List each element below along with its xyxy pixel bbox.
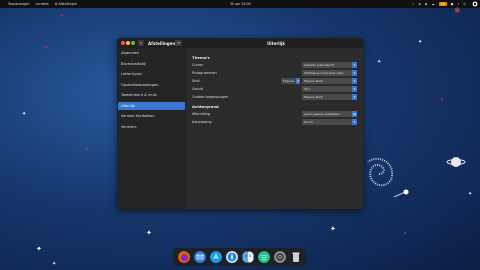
cursor-value: Adwaita (standaard) <box>304 63 335 67</box>
legacy-apps-label: Oudere toepassingen <box>192 95 229 99</box>
comet-decoration <box>393 189 409 198</box>
red-star-decoration: ✶ <box>44 45 49 51</box>
adjustment-label: Aanpassing <box>192 120 212 124</box>
chevron-down-icon: ▾ <box>352 62 357 68</box>
white-star-decoration: ✦ <box>468 191 473 197</box>
sidebar-item-top-bar[interactable]: Bovenbalkstijl <box>118 60 185 69</box>
trash-icon[interactable] <box>290 251 302 263</box>
image-value: green-galaxy-wallpaper... <box>304 112 343 116</box>
white-star-decoration: ✦ <box>146 229 152 237</box>
chevron-down-icon: ▾ <box>296 78 300 84</box>
white-star-decoration: ✦ <box>52 261 57 267</box>
finder-icon[interactable] <box>242 251 254 263</box>
image-chooser[interactable]: green-galaxy-wallpaper... ▤ <box>302 111 357 117</box>
app-menu-icon: ⚙ <box>54 2 58 6</box>
minimize-button[interactable] <box>126 41 130 45</box>
maximize-button[interactable] <box>131 41 135 45</box>
mail-icon[interactable] <box>194 251 206 263</box>
red-star-decoration: ✱ <box>454 6 461 15</box>
sidebar-item-window-titlebars[interactable]: Venster-titelbalken <box>118 112 185 121</box>
sound-label: Geluid <box>192 87 203 91</box>
app-title: Afstellingen <box>148 40 176 46</box>
cursor-label: Cursor <box>192 63 204 67</box>
themes-section-title: Thema's <box>192 55 210 60</box>
sidebar: Algemeen Bovenbalkstijl Lettertypen Opst… <box>117 48 186 209</box>
notification-badge[interactable]: 10 <box>438 2 447 6</box>
shell-dropdown[interactable]: Mojave-Dark ▾ <box>302 78 357 84</box>
screen-icon[interactable]: ▭ <box>411 2 414 6</box>
legacy-apps-dropdown[interactable]: Mojave-Dark ▾ <box>302 94 357 100</box>
white-star-decoration: ✦ <box>22 111 27 117</box>
sidebar-item-windows[interactable]: Vensters <box>118 123 185 132</box>
firefox-icon[interactable] <box>178 251 190 263</box>
chevron-down-icon: ▾ <box>352 70 357 76</box>
page-title: Uiterlijk <box>267 40 285 46</box>
red-star-decoration: ✶ <box>403 231 408 237</box>
tweaks-window: ⌕ Afstellingen ≡ Uiterlijk Algemeen Bove… <box>117 38 363 209</box>
safari-icon[interactable] <box>226 251 238 263</box>
dock <box>173 248 306 266</box>
close-button[interactable] <box>121 41 125 45</box>
icons-label: Pictogrammen <box>192 71 217 75</box>
galaxy-spiral-decoration <box>367 157 394 187</box>
search-icon[interactable]: ⌕ <box>138 40 144 46</box>
clock[interactable]: 30 apr 24:09 <box>230 2 251 6</box>
sidebar-item-general[interactable]: Algemeen <box>118 49 185 58</box>
legacy-apps-value: Mojave-Dark <box>304 95 323 99</box>
chevron-down-icon: ▾ <box>352 86 357 92</box>
network-icon[interactable]: ◈ <box>418 2 420 6</box>
white-star-decoration: ✦ <box>418 39 423 45</box>
power-icon[interactable]: ⏻ <box>463 2 466 6</box>
red-star-decoration: ✶ <box>60 13 65 19</box>
appearance-panel: Thema's Cursor Adwaita (standaard) ▾ Pic… <box>186 48 363 209</box>
file-icon: ▤ <box>352 111 357 117</box>
cursor-dropdown[interactable]: Adwaita (standaard) ▾ <box>302 62 357 68</box>
top-panel: Toepassingen Locaties ⚙ Afstellingen 30 … <box>0 0 480 8</box>
sound-dropdown[interactable]: Yaru ▾ <box>302 86 357 92</box>
white-star-decoration: ✦ <box>36 245 42 253</box>
red-star-decoration: ✶ <box>85 147 90 153</box>
store-icon[interactable] <box>210 251 222 263</box>
sidebar-item-startup-apps[interactable]: Opstarttoepassingen <box>118 81 185 90</box>
chevron-down-icon: ▾ <box>352 94 357 100</box>
system-logo-icon[interactable] <box>472 1 478 7</box>
sidebar-item-keyboard-mouse[interactable]: Toetsenbord & muis <box>118 91 185 100</box>
user-icon[interactable]: ● <box>451 2 454 6</box>
places-menu[interactable]: Locaties <box>36 2 49 6</box>
shell-value: Mojave-Dark <box>304 79 323 83</box>
background-section-title: Achtergrond <box>192 104 219 109</box>
planet-decoration <box>446 157 466 167</box>
shell-warning-button[interactable]: Mojave ▾ <box>281 78 300 84</box>
hamburger-menu-icon[interactable]: ≡ <box>175 40 182 46</box>
sidebar-item-fonts[interactable]: Lettertypen <box>118 70 185 79</box>
shell-label: Shell <box>192 79 201 83</box>
white-star-decoration: ✦ <box>330 225 336 233</box>
window-titlebar[interactable]: ⌕ Afstellingen ≡ Uiterlijk <box>117 38 363 48</box>
white-star-decoration: ✦ <box>377 59 382 65</box>
spotify-icon[interactable] <box>258 251 270 263</box>
adjustment-value: Zoom <box>304 120 313 124</box>
icons-value: McMojave-circle-blue-dark <box>304 71 344 75</box>
adjustment-dropdown[interactable]: Zoom ▾ <box>302 119 357 125</box>
image-label: Afbeelding <box>192 112 211 116</box>
sidebar-item-appearance[interactable]: Uiterlijk <box>118 101 185 110</box>
chevron-down-icon: ▾ <box>352 119 357 125</box>
cloud-icon[interactable]: ☁ <box>431 2 434 6</box>
dropbox-icon[interactable]: ◆ <box>425 2 427 6</box>
shell-button-label: Mojave <box>283 79 294 83</box>
chevron-down-icon: ▾ <box>352 78 357 84</box>
app-menu-label: Afstellingen <box>58 2 78 6</box>
settings-icon[interactable] <box>274 251 286 263</box>
icons-dropdown[interactable]: McMojave-circle-blue-dark ▾ <box>302 70 357 76</box>
app-menu[interactable]: ⚙ Afstellingen <box>55 2 78 6</box>
activities-menu[interactable]: Toepassingen <box>8 2 30 6</box>
red-star-decoration: ✶ <box>440 97 445 103</box>
sound-value: Yaru <box>304 87 311 91</box>
